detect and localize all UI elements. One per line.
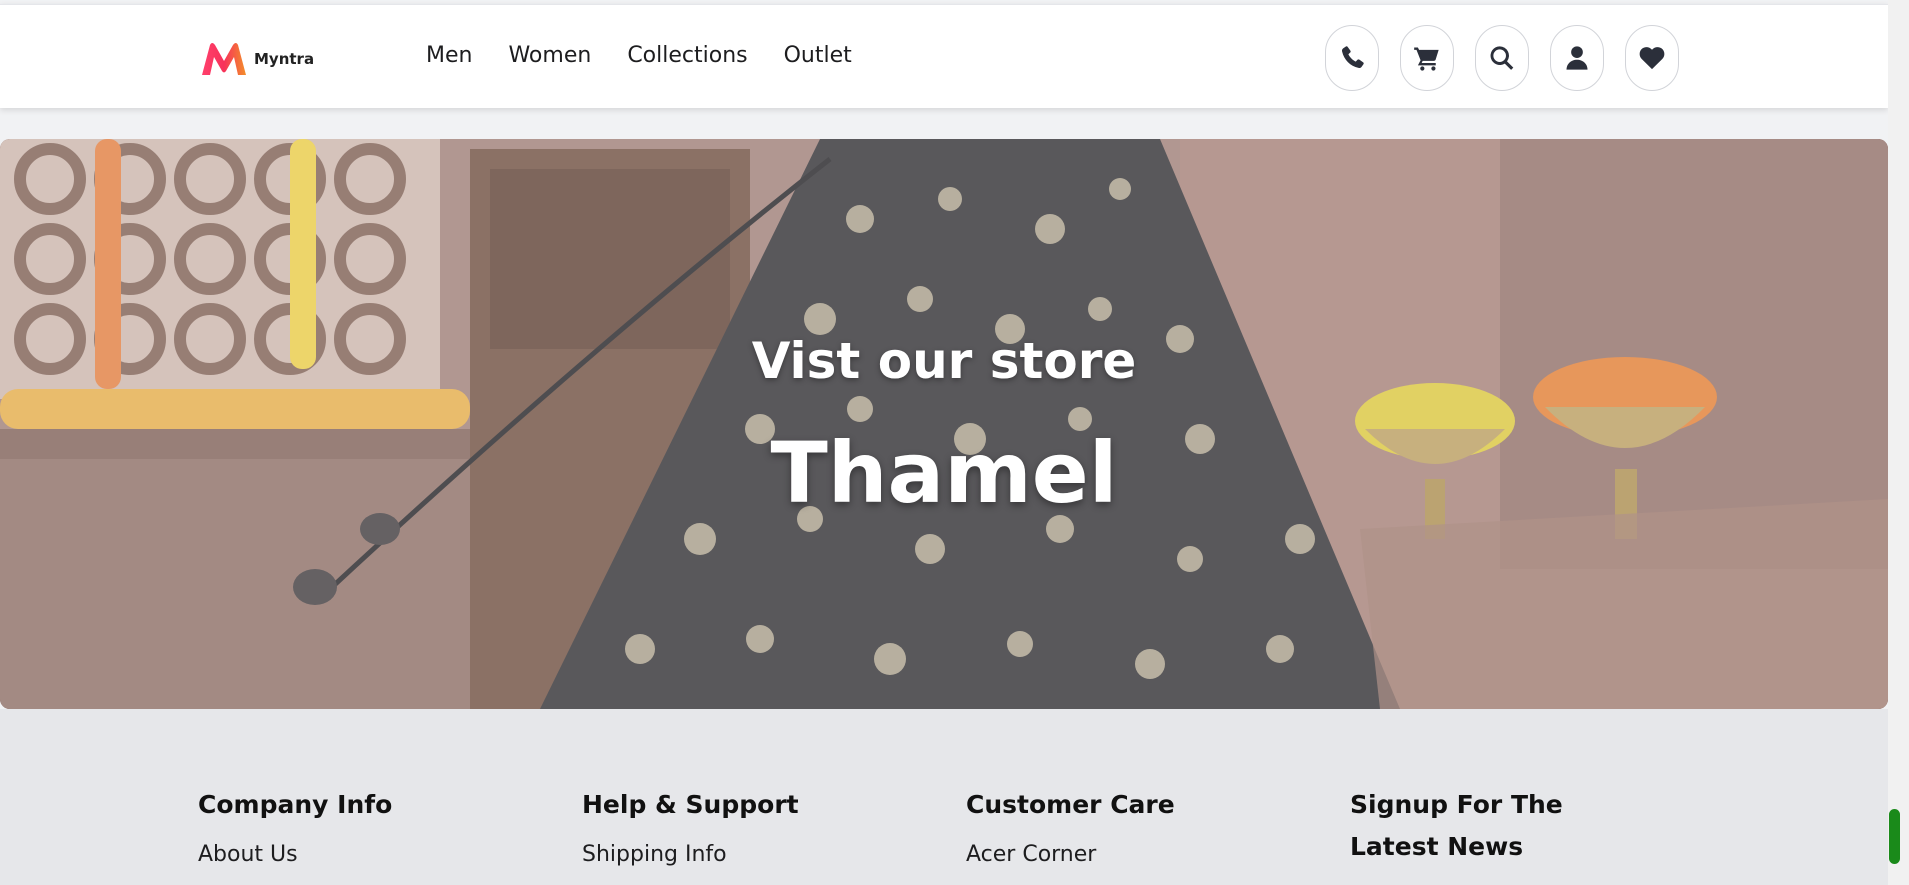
footer-column-newsletter: Signup For The Latest News bbox=[1350, 784, 1650, 868]
main-nav: Men Women Collections Outlet bbox=[426, 43, 852, 68]
header-actions bbox=[1325, 25, 1679, 91]
search-icon bbox=[1490, 46, 1514, 70]
footer-heading: Company Info bbox=[198, 790, 393, 819]
site-footer: Company Info About Us Help & Support Shi… bbox=[0, 709, 1888, 885]
banner-subtitle: Vist our store bbox=[751, 332, 1137, 390]
phone-icon bbox=[1341, 46, 1364, 69]
footer-column-company: Company Info About Us bbox=[198, 784, 528, 867]
cart-icon bbox=[1414, 47, 1439, 71]
banner-title: Thamel bbox=[770, 424, 1118, 522]
search-button[interactable] bbox=[1475, 25, 1529, 91]
footer-heading: Help & Support bbox=[582, 790, 799, 819]
footer-link-about-us[interactable]: About Us bbox=[198, 842, 528, 867]
nav-item-men[interactable]: Men bbox=[426, 43, 472, 68]
wishlist-button[interactable] bbox=[1625, 25, 1679, 91]
heart-icon bbox=[1639, 47, 1665, 70]
store-banner[interactable]: Vist our store Thamel bbox=[0, 139, 1888, 709]
nav-item-women[interactable]: Women bbox=[508, 43, 591, 68]
footer-column-customer-care: Customer Care Acer Corner bbox=[966, 784, 1296, 867]
phone-button[interactable] bbox=[1325, 25, 1379, 91]
footer-heading: Customer Care bbox=[966, 790, 1175, 819]
footer-link-shipping-info[interactable]: Shipping Info bbox=[582, 842, 912, 867]
brand-logo[interactable]: Myntra bbox=[200, 41, 314, 77]
cart-button[interactable] bbox=[1400, 25, 1454, 91]
page-scrollbar[interactable] bbox=[1888, 0, 1909, 885]
user-icon bbox=[1566, 46, 1588, 70]
nav-item-collections[interactable]: Collections bbox=[627, 43, 747, 68]
footer-column-help: Help & Support Shipping Info bbox=[582, 784, 912, 867]
footer-link-acer-corner[interactable]: Acer Corner bbox=[966, 842, 1296, 867]
nav-item-outlet[interactable]: Outlet bbox=[784, 43, 852, 68]
account-button[interactable] bbox=[1550, 25, 1604, 91]
footer-heading: Signup For The Latest News bbox=[1350, 790, 1563, 861]
brand-name: Myntra bbox=[254, 50, 315, 68]
site-header: Myntra Men Women Collections Outlet bbox=[0, 4, 1888, 108]
myntra-logo-icon bbox=[202, 43, 246, 75]
scrollbar-thumb[interactable] bbox=[1889, 809, 1900, 864]
